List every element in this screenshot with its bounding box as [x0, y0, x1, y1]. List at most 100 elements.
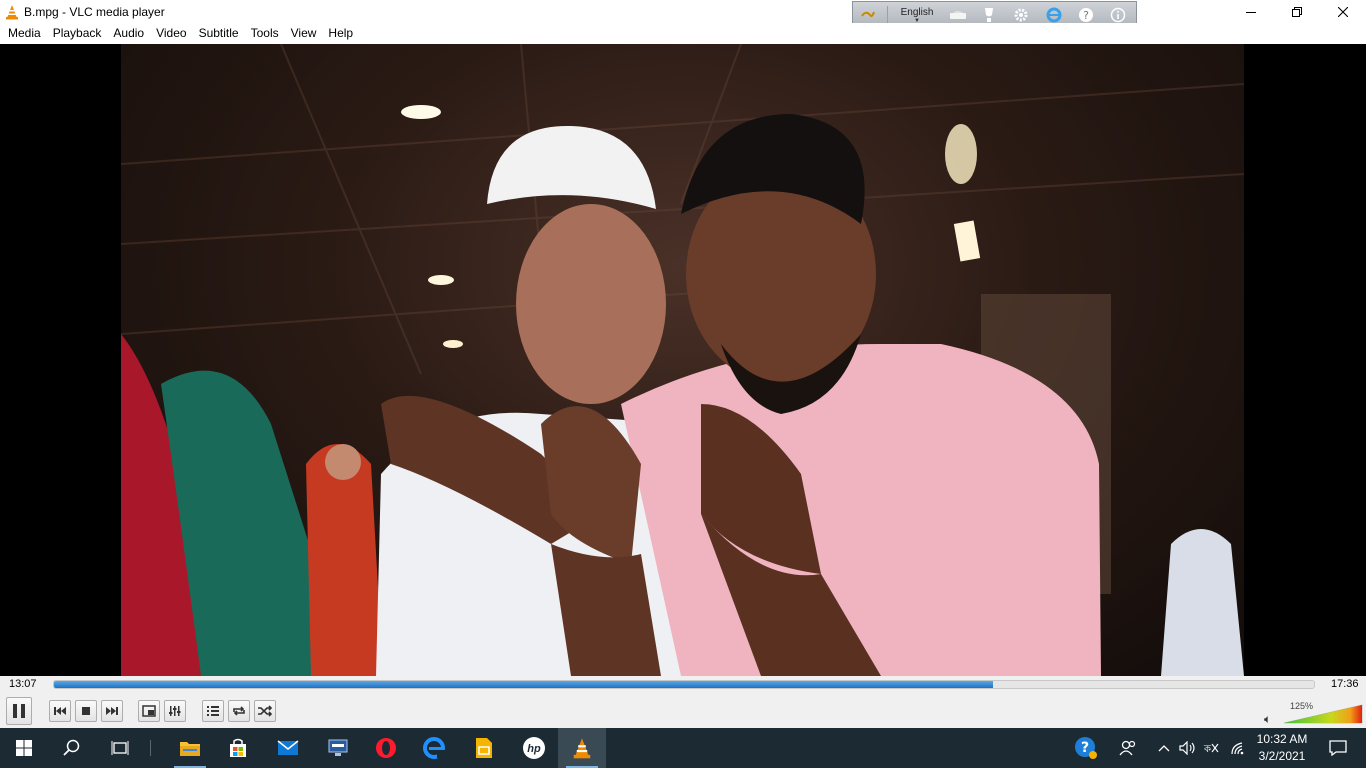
window-title: B.mpg - VLC media player	[24, 4, 165, 19]
ceiling-light	[401, 105, 441, 119]
playlist-icon	[207, 706, 219, 716]
ceiling-light	[428, 275, 454, 285]
hp-button[interactable]: hp	[510, 728, 558, 768]
folder-icon	[180, 742, 200, 756]
svg-text:hp: hp	[527, 743, 541, 755]
svg-text:?: ?	[1081, 740, 1089, 756]
people-button[interactable]	[1108, 728, 1148, 768]
menu-playback[interactable]: Playback	[47, 23, 108, 43]
control-bar: 🔈︎ 125%	[0, 694, 1366, 728]
action-center-button[interactable]	[1318, 728, 1358, 768]
playlist-button[interactable]	[202, 700, 224, 722]
volume-tray-button[interactable]	[1176, 728, 1200, 768]
woman-face	[325, 444, 361, 480]
seek-bar[interactable]	[53, 680, 1315, 689]
task-view-button[interactable]	[96, 728, 144, 768]
speaker-icon[interactable]: 🔈︎	[1264, 712, 1271, 727]
monitor-app-icon	[328, 739, 348, 756]
shuffle-button[interactable]	[254, 700, 276, 722]
slides-icon	[476, 738, 492, 758]
taskbar: hp ? ক 10:32 AM 3/2/2021	[0, 728, 1366, 768]
windows-icon	[16, 740, 32, 756]
close-button[interactable]	[1320, 0, 1366, 23]
video-area[interactable]	[0, 44, 1366, 676]
background-person	[1161, 529, 1244, 676]
language-label: English	[900, 6, 934, 18]
help-icon: ?	[1075, 737, 1097, 759]
minimize-icon	[1246, 11, 1256, 13]
extended-settings-button[interactable]	[164, 700, 186, 722]
show-hidden-icons-button[interactable]	[1154, 728, 1174, 768]
loop-icon	[233, 706, 245, 716]
seek-bar-fill	[54, 681, 993, 688]
title-bar: B.mpg - VLC media player English ▼ ?	[0, 0, 1366, 29]
menu-video[interactable]: Video	[150, 23, 192, 43]
ceiling-light	[945, 124, 977, 184]
elapsed-time[interactable]: 13:07	[9, 678, 37, 690]
edge-button[interactable]	[410, 728, 458, 768]
close-icon	[1338, 6, 1348, 17]
vlc-cone-icon	[573, 738, 591, 759]
next-button[interactable]	[101, 700, 123, 722]
menu-help[interactable]: Help	[322, 23, 359, 43]
loop-button[interactable]	[228, 700, 250, 722]
microsoft-store-button[interactable]	[214, 728, 262, 768]
menu-subtitle[interactable]: Subtitle	[193, 23, 245, 43]
menu-bar: Media Playback Audio Video Subtitle Tool…	[0, 23, 1366, 43]
man-pink-shirt	[621, 344, 1101, 676]
wall-lamp	[953, 220, 981, 262]
ceiling-light	[443, 340, 463, 348]
search-button[interactable]	[48, 728, 96, 768]
edge-icon	[423, 737, 445, 759]
menu-media[interactable]: Media	[2, 23, 47, 43]
menu-view[interactable]: View	[285, 23, 323, 43]
start-button[interactable]	[0, 728, 48, 768]
clock-date: 3/2/2021	[1258, 749, 1306, 763]
opera-icon	[376, 738, 396, 758]
vlc-cone-icon	[6, 4, 18, 19]
man-white-face	[516, 204, 666, 404]
seek-row: 13:07 17:36	[0, 676, 1366, 694]
video-scene	[121, 44, 1244, 676]
menu-audio[interactable]: Audio	[107, 23, 150, 43]
skip-back-icon	[54, 707, 66, 715]
minimize-button[interactable]	[1228, 0, 1274, 23]
mail-button[interactable]	[264, 728, 312, 768]
vlc-taskbar-button[interactable]	[558, 728, 606, 768]
volume-slider[interactable]	[1282, 704, 1364, 724]
restore-icon	[1292, 6, 1302, 17]
help-tray-button[interactable]: ?	[1064, 728, 1108, 768]
opera-button[interactable]	[362, 728, 410, 768]
previous-button[interactable]	[49, 700, 71, 722]
equalizer-icon	[169, 706, 181, 716]
notification-icon	[1329, 740, 1347, 756]
shuffle-icon	[258, 705, 273, 717]
stop-button[interactable]	[75, 700, 97, 722]
prayer-cap	[487, 125, 656, 209]
video-frame[interactable]	[121, 44, 1244, 676]
restore-button[interactable]	[1274, 0, 1320, 23]
volume-control[interactable]: 🔈︎ 125%	[1262, 701, 1366, 727]
menu-tools[interactable]: Tools	[245, 23, 285, 43]
speaker-icon	[1179, 741, 1195, 755]
store-icon	[230, 738, 246, 757]
file-explorer-button[interactable]	[166, 728, 214, 768]
keyboard-layout-icon: ক	[1203, 743, 1219, 755]
skip-forward-icon	[106, 707, 118, 715]
keyboard-tray-button[interactable]: ক	[1200, 728, 1224, 768]
mail-icon	[277, 740, 299, 755]
pause-button[interactable]	[6, 697, 32, 725]
chevron-up-icon	[1158, 745, 1170, 752]
clock[interactable]: 10:32 AM 3/2/2021	[1252, 728, 1312, 768]
vpn-app-button[interactable]	[314, 728, 362, 768]
total-time[interactable]: 17:36	[1331, 678, 1359, 690]
stop-icon	[82, 707, 90, 715]
hp-icon: hp	[523, 737, 545, 759]
clock-time: 10:32 AM	[1256, 732, 1308, 746]
search-icon	[63, 739, 80, 756]
fullscreen-button[interactable]	[138, 700, 160, 722]
network-tray-button[interactable]	[1226, 728, 1250, 768]
task-view-icon	[111, 741, 129, 755]
svg-text:?: ?	[1083, 9, 1089, 22]
google-slides-button[interactable]	[460, 728, 508, 768]
